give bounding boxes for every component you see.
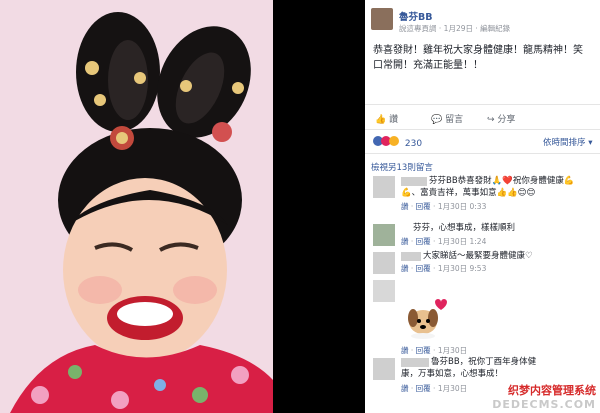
comment-time[interactable]: 1月30日 bbox=[438, 384, 467, 393]
watermark-url: DEDECMS.COM bbox=[492, 398, 596, 411]
share-label: 分享 bbox=[497, 115, 516, 125]
watermark-cn: 织梦内容管理系统 bbox=[508, 384, 596, 397]
post-date[interactable]: 1月29日 bbox=[444, 24, 473, 33]
comment-meta: 讚 · 回覆 · 1月30日 bbox=[401, 384, 468, 393]
dog-sticker-icon bbox=[408, 299, 447, 339]
commenter-name-blurred[interactable] bbox=[401, 252, 421, 261]
sort-label: 依時間排序 bbox=[543, 138, 586, 148]
comment-text: 芬芬BB恭喜發財🙏❤️祝你身體健康💪 bbox=[429, 176, 575, 186]
view-more-comments[interactable]: 檢視另13則留言 bbox=[371, 161, 433, 173]
edit-history-link[interactable]: 編輯紀錄 bbox=[480, 24, 510, 33]
comment-like-link[interactable]: 讚 bbox=[401, 264, 409, 273]
divider bbox=[365, 153, 600, 154]
author-avatar[interactable] bbox=[371, 8, 393, 30]
divider bbox=[365, 129, 600, 130]
comment-button[interactable]: 💬 留言 bbox=[431, 112, 463, 125]
sort-dropdown[interactable]: 依時間排序 ▾ bbox=[543, 136, 593, 148]
menu-label[interactable]: 說這專頁調 bbox=[399, 24, 437, 33]
avatar[interactable] bbox=[373, 358, 395, 380]
watermark: 织梦内容管理系统 DEDECMS.COM bbox=[492, 382, 596, 411]
share-icon: ↪ bbox=[487, 115, 495, 125]
comment-reply-link[interactable]: 回覆 bbox=[416, 237, 431, 246]
avatar[interactable] bbox=[373, 176, 395, 198]
comment-time[interactable]: 1月30日 bbox=[438, 346, 467, 355]
comment-meta: 讚 · 回覆 · 1月30日 1:24 bbox=[401, 237, 487, 246]
comment-like-link[interactable]: 讚 bbox=[401, 202, 409, 211]
black-separator bbox=[273, 0, 365, 413]
comment-like-link[interactable]: 讚 bbox=[401, 384, 409, 393]
comment-reply-link[interactable]: 回覆 bbox=[416, 202, 431, 211]
post-text-line: 恭喜發財！雞年祝大家身體健康！龍馬精神！笑 bbox=[373, 45, 583, 56]
commenter-name-blurred[interactable] bbox=[401, 358, 429, 367]
comment-meta: 讚 · 回覆 · 1月30日 bbox=[401, 346, 468, 355]
divider bbox=[365, 104, 600, 105]
post-text: 恭喜發財！雞年祝大家身體健康！龍馬精神！笑 口常開！充滿正能量！！ bbox=[373, 43, 598, 73]
comment-time[interactable]: 1月30日 0:33 bbox=[438, 202, 487, 211]
comment-text: 康，万事如意，心想事成！ bbox=[401, 369, 504, 379]
comment-time[interactable]: 1月30日 1:24 bbox=[438, 237, 487, 246]
comment-label: 留言 bbox=[445, 115, 464, 125]
photo-illustration bbox=[0, 0, 273, 413]
comment-reply-link[interactable]: 回覆 bbox=[416, 346, 431, 355]
post-text-line: 口常開！充滿正能量！！ bbox=[373, 60, 483, 71]
share-button[interactable]: ↪ 分享 bbox=[487, 112, 515, 125]
like-label: 讚 bbox=[389, 115, 399, 125]
avatar[interactable] bbox=[373, 280, 395, 302]
comment-like-link[interactable]: 讚 bbox=[401, 346, 409, 355]
reaction-count: 230 bbox=[404, 139, 423, 149]
comment-text: 💪、富貴吉祥，萬事如意👍👍😊😊 bbox=[401, 188, 536, 198]
reactions-summary[interactable]: 230 bbox=[373, 136, 422, 149]
like-button[interactable]: 👍 讚 bbox=[375, 112, 398, 125]
post-meta: 說這專頁調 · 1月29日 · 編輯紀錄 bbox=[399, 24, 511, 33]
comment-text: 芬芬，心想事成，樣樣順利 bbox=[413, 223, 516, 233]
comment-reply-link[interactable]: 回覆 bbox=[416, 384, 431, 393]
avatar[interactable] bbox=[373, 224, 395, 246]
dog-sticker[interactable] bbox=[401, 296, 451, 340]
facebook-post-panel: 魯芬BB 說這專頁調 · 1月29日 · 編輯紀錄 恭喜發財！雞年祝大家身體健康… bbox=[365, 0, 600, 413]
author-name[interactable]: 魯芬BB bbox=[399, 9, 432, 23]
like-icon: 👍 bbox=[375, 115, 387, 125]
post-photo[interactable] bbox=[0, 0, 273, 413]
commenter-name-blurred[interactable] bbox=[401, 177, 427, 186]
comment-like-link[interactable]: 讚 bbox=[401, 237, 409, 246]
haha-reaction-icon bbox=[389, 136, 399, 146]
comment-reply-link[interactable]: 回覆 bbox=[416, 264, 431, 273]
comment-meta: 讚 · 回覆 · 1月30日 9:53 bbox=[401, 264, 487, 273]
comment-time[interactable]: 1月30日 9:53 bbox=[438, 264, 487, 273]
avatar[interactable] bbox=[373, 252, 395, 274]
chevron-down-icon: ▾ bbox=[588, 138, 593, 148]
comment-text: 大家睇話～最緊要身體健康♡ bbox=[423, 251, 533, 261]
comment-text: 魯芬BB，祝你丁酉年身体健 bbox=[431, 357, 537, 367]
comment-meta: 讚 · 回覆 · 1月30日 0:33 bbox=[401, 202, 487, 211]
comment-icon: 💬 bbox=[431, 115, 443, 125]
